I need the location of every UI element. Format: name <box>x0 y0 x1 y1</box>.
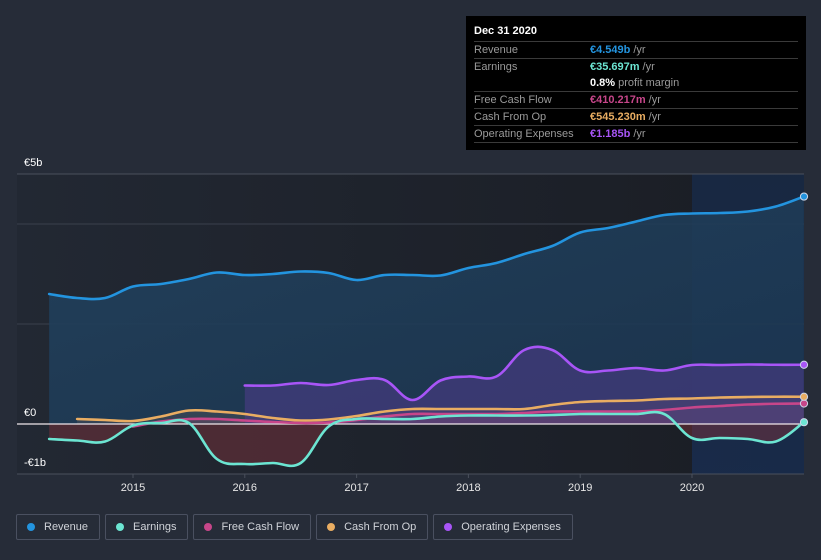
tooltip-label: Operating Expenses <box>474 128 574 140</box>
tooltip-label: Cash From Op <box>474 111 547 123</box>
tooltip-row-earnings: Earnings €35.697m/yr <box>474 59 798 75</box>
tooltip-row-free-cash-flow: Free Cash Flow €410.217m/yr <box>474 92 798 109</box>
x-tick-label: 2020 <box>680 482 704 494</box>
legend-dot-icon <box>116 523 125 531</box>
end-marker-revenue[interactable] <box>799 192 809 201</box>
legend-item-cash-from-op[interactable]: Cash From Op <box>316 514 429 540</box>
legend-item-revenue[interactable]: Revenue <box>16 514 101 540</box>
y-tick-label: €5b <box>24 157 42 169</box>
tooltip-unit: /yr <box>648 94 661 106</box>
end-marker-earnings[interactable] <box>799 418 809 427</box>
tooltip-label: Revenue <box>474 44 519 56</box>
legend-dot-icon <box>444 523 453 531</box>
legend-item-operating-expenses[interactable]: Operating Expenses <box>433 514 573 540</box>
tooltip-unit: /yr <box>642 61 655 73</box>
legend-label: Free Cash Flow <box>221 521 300 533</box>
tooltip-unit: profit margin <box>618 77 680 89</box>
tooltip-unit: /yr <box>648 111 661 123</box>
y-tick-label: €0 <box>24 407 36 419</box>
tooltip-row-revenue: Revenue €4.549b/yr <box>474 42 798 59</box>
legend-dot-icon <box>27 523 35 531</box>
tooltip-value: €545.230m <box>590 111 646 123</box>
tooltip-label: Earnings <box>474 61 518 73</box>
tooltip-label <box>474 75 590 91</box>
x-tick-label: 2015 <box>121 482 145 494</box>
end-marker-cash-from-op[interactable] <box>799 392 809 401</box>
tooltip-row-profit-margin: 0.8% profit margin <box>474 75 798 92</box>
tooltip-unit: /yr <box>633 128 646 140</box>
legend: Revenue Earnings Free Cash Flow Cash From O… <box>16 514 573 540</box>
legend-item-free-cash-flow[interactable]: Free Cash Flow <box>193 514 312 540</box>
x-tick-label: 2019 <box>568 482 592 494</box>
tooltip-date: Dec 31 2020 <box>474 23 798 42</box>
legend-label: Revenue <box>44 521 89 533</box>
legend-dot-icon <box>204 523 213 531</box>
tooltip-row-cash-from-op: Cash From Op €545.230m/yr <box>474 109 798 126</box>
legend-label: Cash From Op <box>344 521 417 533</box>
tooltip-value: €4.549b <box>590 44 631 56</box>
end-marker-free-cash-flow[interactable] <box>799 399 809 408</box>
legend-label: Operating Expenses <box>461 521 561 533</box>
tooltip-value: €410.217m <box>590 94 646 106</box>
tooltip-value: €35.697m <box>590 61 640 73</box>
legend-label: Earnings <box>133 521 177 533</box>
tooltip-row-operating-expenses: Operating Expenses €1.185b/yr <box>474 126 798 143</box>
tooltip-label: Free Cash Flow <box>474 94 552 106</box>
legend-dot-icon <box>327 523 336 531</box>
x-tick-label: 2017 <box>344 482 368 494</box>
x-tick-label: 2016 <box>233 482 257 494</box>
tooltip-value: €1.185b <box>590 128 631 140</box>
end-marker-operating-expenses[interactable] <box>799 360 809 369</box>
tooltip-unit: /yr <box>633 44 646 56</box>
legend-item-earnings[interactable]: Earnings <box>105 514 189 540</box>
tooltip: Dec 31 2020 Revenue €4.549b/yr Earnings €35… <box>466 16 806 150</box>
x-tick-label: 2018 <box>456 482 480 494</box>
y-tick-label: -€1b <box>24 457 46 469</box>
tooltip-value: 0.8% <box>590 77 616 89</box>
